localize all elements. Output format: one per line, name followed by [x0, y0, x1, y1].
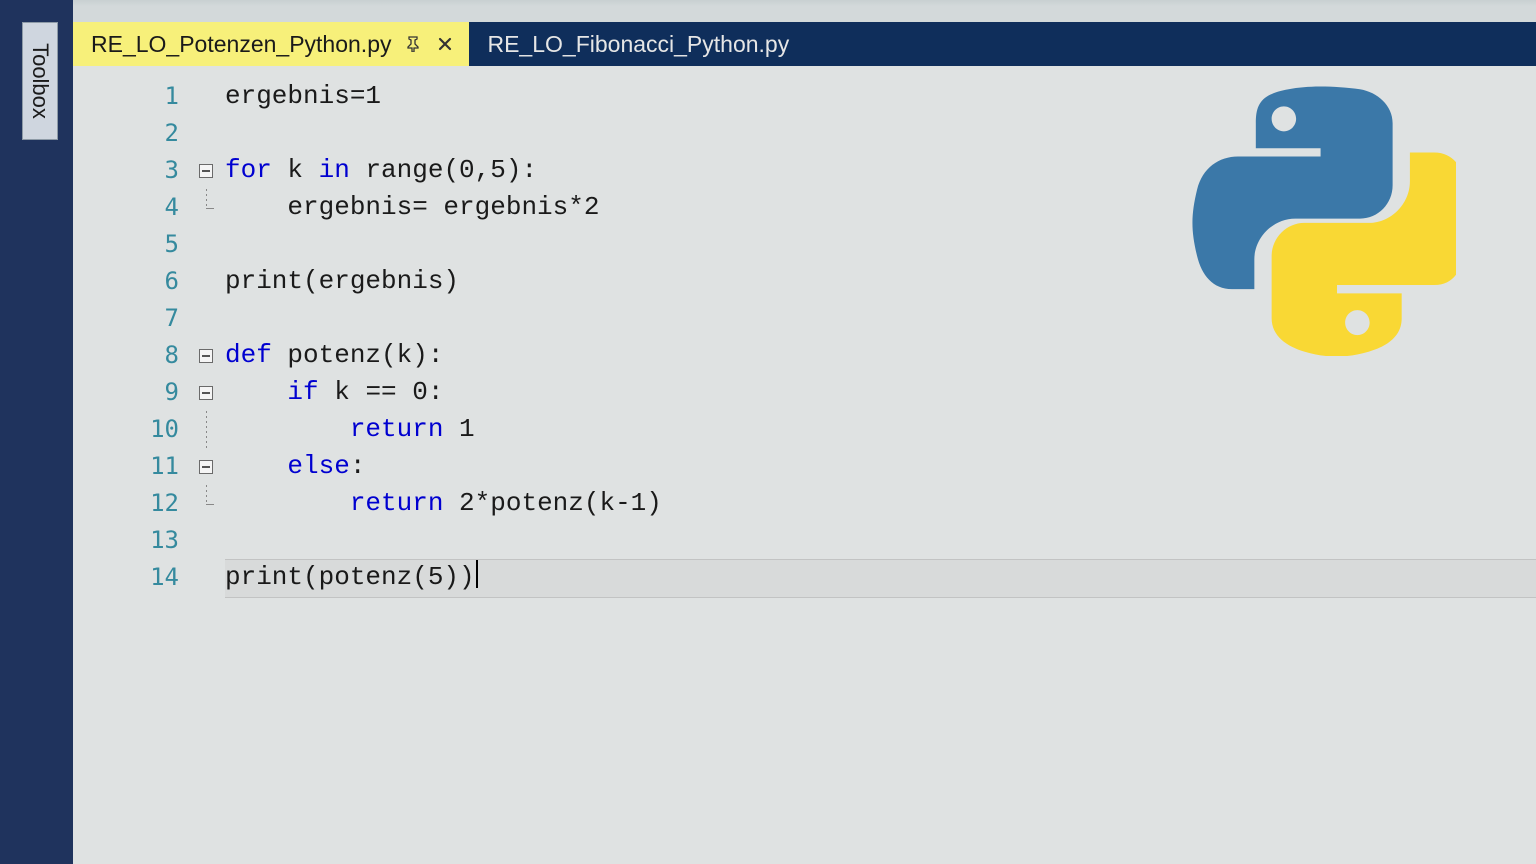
code-line[interactable]: for k in range(0,5): — [225, 152, 1536, 189]
fold-toggle-icon[interactable] — [199, 164, 213, 178]
fold-slot — [199, 78, 225, 115]
code-line[interactable]: return 1 — [225, 411, 1536, 448]
fold-slot — [199, 115, 225, 152]
fold-slot — [199, 226, 225, 263]
close-icon[interactable] — [435, 34, 455, 54]
toolbox-panel-tab[interactable]: Toolbox — [22, 22, 58, 140]
line-number: 3 — [73, 152, 199, 189]
line-number: 11 — [73, 448, 199, 485]
tab-potenzen[interactable]: RE_LO_Potenzen_Python.py — [73, 22, 469, 66]
code-line[interactable] — [225, 300, 1536, 337]
line-number: 7 — [73, 300, 199, 337]
code-area[interactable]: ergebnis=1 for k in range(0,5): ergebnis=… — [225, 66, 1536, 864]
fold-slot — [199, 522, 225, 559]
code-line[interactable]: def potenz(k): — [225, 337, 1536, 374]
code-line[interactable]: print(ergebnis) — [225, 263, 1536, 300]
ide-window: Toolbox RE_LO_Potenzen_Python.py RE_LO_F… — [0, 0, 1536, 864]
fold-slot — [199, 448, 225, 485]
line-number: 14 — [73, 559, 199, 596]
fold-toggle-icon[interactable] — [199, 349, 213, 363]
tab-label: RE_LO_Potenzen_Python.py — [91, 31, 391, 58]
code-line[interactable] — [225, 115, 1536, 152]
fold-slot — [199, 337, 225, 374]
code-line[interactable]: if k == 0: — [225, 374, 1536, 411]
tab-fibonacci[interactable]: RE_LO_Fibonacci_Python.py — [469, 22, 803, 66]
line-number: 12 — [73, 485, 199, 522]
code-editor[interactable]: 1234567891011121314 ergebnis=1for k in r… — [73, 66, 1536, 864]
tab-label: RE_LO_Fibonacci_Python.py — [487, 31, 789, 58]
line-number: 4 — [73, 189, 199, 226]
fold-slot — [199, 152, 225, 189]
line-number: 8 — [73, 337, 199, 374]
line-number: 2 — [73, 115, 199, 152]
toolbox-label: Toolbox — [27, 43, 53, 119]
code-line[interactable]: print(potenz(5)) — [225, 559, 1536, 596]
fold-slot — [199, 374, 225, 411]
fold-slot — [199, 559, 225, 596]
line-number: 9 — [73, 374, 199, 411]
document-tab-bar: RE_LO_Potenzen_Python.py RE_LO_Fibonacci… — [73, 22, 1536, 66]
line-number-gutter: 1234567891011121314 — [73, 66, 199, 864]
fold-toggle-icon[interactable] — [199, 386, 213, 400]
code-line[interactable] — [225, 522, 1536, 559]
line-number: 6 — [73, 263, 199, 300]
fold-slot — [199, 411, 225, 448]
code-line[interactable]: else: — [225, 448, 1536, 485]
line-number: 5 — [73, 226, 199, 263]
text-caret — [476, 560, 478, 588]
line-number: 1 — [73, 78, 199, 115]
fold-slot — [199, 263, 225, 300]
code-line[interactable]: ergebnis=1 — [225, 78, 1536, 115]
code-line[interactable] — [225, 226, 1536, 263]
code-line[interactable]: ergebnis= ergebnis*2 — [225, 189, 1536, 226]
fold-toggle-icon[interactable] — [199, 460, 213, 474]
fold-gutter — [199, 66, 225, 864]
fold-slot — [199, 300, 225, 337]
line-number: 13 — [73, 522, 199, 559]
code-line[interactable]: return 2*potenz(k-1) — [225, 485, 1536, 522]
line-number: 10 — [73, 411, 199, 448]
fold-slot — [199, 189, 225, 226]
pin-icon[interactable] — [403, 34, 423, 54]
fold-slot — [199, 485, 225, 522]
